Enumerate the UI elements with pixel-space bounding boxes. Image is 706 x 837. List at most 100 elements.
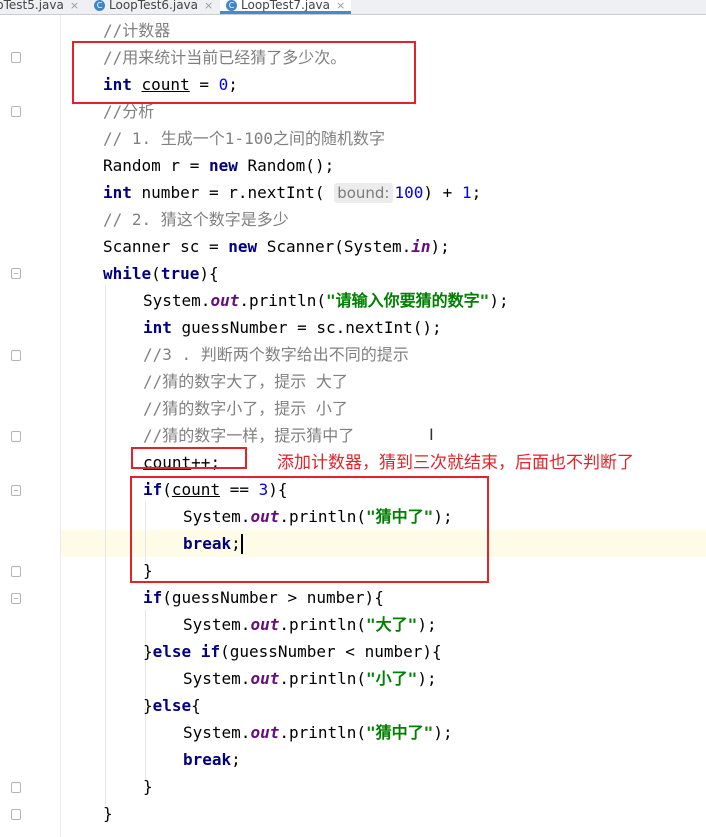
code-text: Random r = [103, 156, 209, 175]
code-line[interactable]: System.out.println("大了"); [183, 611, 437, 638]
static-field: out [210, 291, 240, 310]
code-line[interactable]: Random r = new Random(); [103, 152, 334, 179]
parameter-hint: bound: [334, 183, 393, 203]
tab-label: LoopTest7.java [241, 0, 330, 12]
static-field: out [250, 723, 280, 742]
code-text: System. [183, 615, 251, 634]
code-text: Random(); [237, 156, 335, 175]
code-text: ); [430, 237, 450, 256]
fold-marker-icon[interactable] [11, 485, 21, 496]
code-line[interactable]: if(guessNumber > number){ [143, 584, 384, 611]
fold-marker-icon[interactable] [11, 350, 21, 361]
code-text: ); [433, 723, 453, 742]
fold-marker-icon[interactable] [11, 809, 21, 820]
tab-looptest7[interactable]: C LoopTest7.java × [220, 0, 352, 14]
code-line[interactable]: System.out.println("小了"); [183, 665, 437, 692]
code-text: ; [231, 750, 241, 769]
code-text: } [143, 696, 153, 715]
code-text: ){ [199, 264, 219, 283]
code-line[interactable]: int guessNumber = sc.nextInt(); [143, 314, 442, 341]
code-line[interactable]: }else if(guessNumber < number){ [143, 638, 442, 665]
code-text: } [143, 642, 153, 661]
editor-gutter [0, 15, 61, 837]
code-line[interactable]: //猜的数字一样，提示猜中了 [143, 422, 354, 449]
code-text: ; [471, 183, 482, 202]
code-line[interactable]: }else{ [143, 692, 201, 719]
code-text: ) + [423, 183, 462, 202]
annotation-text: 添加计数器，猜到三次就结束，后面也不判断了 [277, 453, 634, 473]
close-icon[interactable]: × [204, 0, 213, 12]
keyword: else [152, 696, 192, 715]
code-line[interactable]: break; [183, 746, 241, 773]
code-text: System. [183, 669, 251, 688]
code-line[interactable]: //猜的数字小了，提示 小了 [143, 395, 348, 422]
fold-marker-icon[interactable] [11, 106, 21, 117]
tab-looptest6[interactable]: C LoopTest6.java × [94, 0, 213, 14]
keyword: new [228, 237, 258, 256]
code-text: ); [417, 669, 437, 688]
code-line[interactable]: int number = r.nextInt( bound: 100) + 1; [103, 179, 481, 206]
code-text: ( [151, 264, 161, 283]
keyword: if [143, 588, 163, 607]
tab-label: LoopTest6.java [109, 0, 198, 12]
keyword: new [208, 156, 238, 175]
code-text: System. [143, 291, 211, 310]
code-text: Scanner sc = [103, 237, 229, 256]
code-line[interactable]: System.out.println("请输入你要猜的数字"); [143, 287, 509, 314]
keyword: while [103, 264, 152, 283]
code-line[interactable]: Scanner sc = new Scanner(System.in); [103, 233, 450, 260]
fold-marker-icon[interactable] [11, 782, 21, 793]
code-text: number = r.nextInt( [131, 183, 335, 202]
keyword: break [183, 750, 232, 769]
code-line[interactable]: //计数器 [103, 17, 170, 44]
fold-marker-icon[interactable] [11, 566, 21, 577]
code-text: System. [183, 723, 251, 742]
code-text: { [191, 696, 201, 715]
code-line[interactable]: } [143, 773, 153, 800]
static-field: in [411, 237, 431, 256]
highlight-box-counter-declaration [72, 41, 416, 104]
number-literal: 1 [461, 183, 472, 202]
code-line[interactable]: //3 . 判断两个数字给出不同的提示 [143, 341, 409, 368]
fold-marker-icon[interactable] [11, 593, 21, 604]
editor-tab-bar: pTest5.java × C LoopTest6.java × C LoopTest7… [0, 0, 706, 15]
code-line[interactable]: System.out.println("猜中了"); [183, 719, 453, 746]
tab-label: pTest5.java [0, 0, 64, 12]
text-cursor-icon: I [429, 425, 434, 444]
code-text: Scanner(System. [257, 237, 412, 256]
code-text: .println( [279, 615, 367, 634]
code-text: (guessNumber > number){ [162, 588, 384, 607]
code-text: .println( [239, 291, 327, 310]
code-line[interactable]: // 2. 猜这个数字是多少 [103, 206, 289, 233]
highlight-box-if-block [130, 476, 489, 583]
keyword: int [103, 183, 132, 202]
code-line[interactable]: while(true){ [103, 260, 219, 287]
keyword: else if [152, 642, 221, 661]
code-line[interactable]: //猜的数字大了，提示 大了 [143, 368, 348, 395]
code-text: ); [417, 615, 437, 634]
close-icon[interactable]: × [336, 0, 345, 12]
string-literal: "猜中了" [366, 723, 434, 742]
fold-marker-icon[interactable] [11, 52, 21, 63]
indent-guide [105, 285, 106, 805]
static-field: out [250, 615, 280, 634]
keyword: true [160, 264, 200, 283]
fold-marker-icon[interactable] [11, 431, 21, 442]
string-literal: "请输入你要猜的数字" [326, 291, 490, 310]
tab-looptest5[interactable]: pTest5.java × [0, 0, 79, 14]
code-text: .println( [279, 669, 367, 688]
code-line[interactable]: // 1. 生成一个1-100之间的随机数字 [103, 125, 385, 152]
code-text: (guessNumber < number){ [220, 642, 442, 661]
code-line[interactable]: } [103, 800, 113, 827]
static-field: out [250, 669, 280, 688]
highlight-box-count-increment [131, 447, 247, 469]
close-icon[interactable]: × [70, 0, 79, 12]
code-text: guessNumber = sc.nextInt(); [171, 318, 442, 337]
string-literal: "小了" [366, 669, 418, 688]
code-text: ); [489, 291, 509, 310]
code-text: .println( [279, 723, 367, 742]
java-class-icon: C [226, 0, 237, 11]
fold-marker-icon[interactable] [11, 268, 21, 279]
keyword: int [143, 318, 172, 337]
java-class-icon: C [94, 0, 105, 11]
